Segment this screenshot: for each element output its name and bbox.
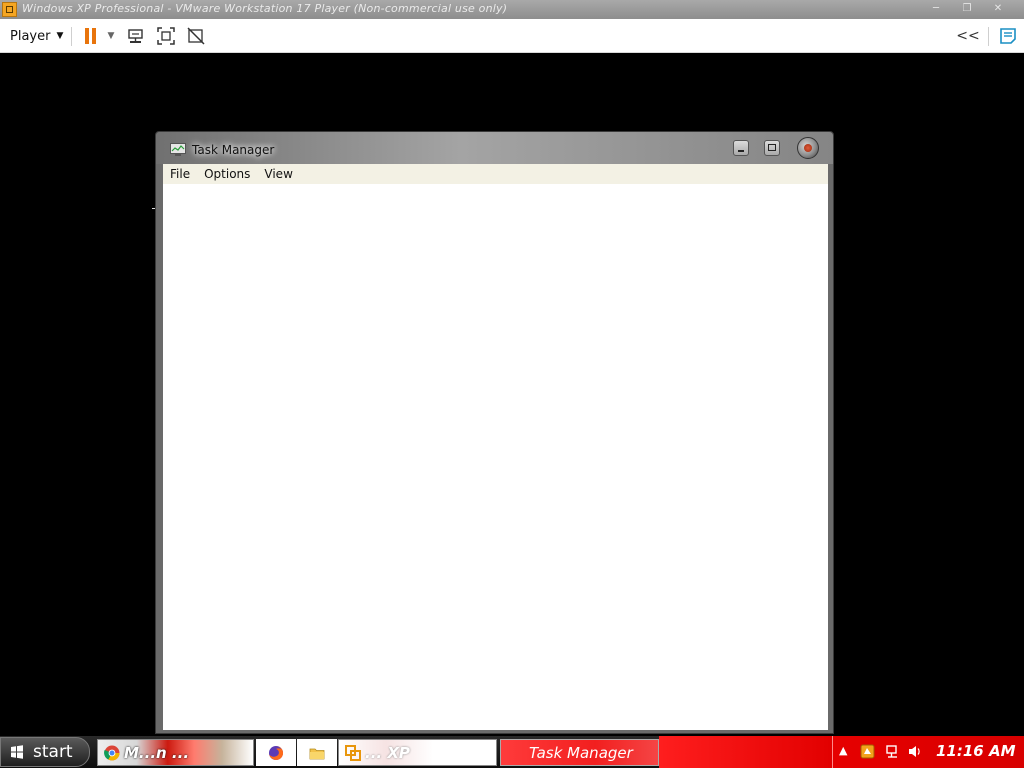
- chrome-icon: [104, 745, 120, 760]
- task-manager-window[interactable]: Task Manager File Options View: [155, 131, 834, 734]
- menu-view[interactable]: View: [257, 167, 299, 181]
- notes-icon: [1000, 28, 1016, 44]
- fullscreen-button[interactable]: [154, 19, 178, 53]
- host-close-button[interactable]: ✕: [984, 0, 1012, 19]
- folder-icon: [309, 748, 325, 759]
- taskbar-item-vmware[interactable]: ... XP: [338, 739, 497, 766]
- notes-button[interactable]: [996, 19, 1020, 53]
- taskbar-item-task-manager-label: Task Manager: [529, 743, 633, 762]
- quicklaunch-explorer[interactable]: [297, 739, 337, 766]
- minimize-button[interactable]: [733, 140, 749, 156]
- start-button[interactable]: start: [0, 737, 90, 767]
- taskbar-item-chrome-label: M...n ...: [124, 743, 190, 762]
- clock[interactable]: 11:16 AM: [936, 742, 1016, 760]
- unity-icon: [187, 27, 205, 45]
- vmware-logo-icon: [2, 2, 17, 17]
- taskbar: start M...n ... ... XP Task Manager ▲ 11…: [0, 736, 1024, 768]
- volume-icon[interactable]: [907, 744, 922, 759]
- host-window-title: Windows XP Professional - VMware Worksta…: [22, 2, 508, 15]
- network-icon[interactable]: [885, 744, 900, 759]
- host-title-bar: Windows XP Professional - VMware Worksta…: [0, 0, 1024, 19]
- pause-icon: [84, 28, 89, 44]
- player-menu-button[interactable]: Player ▼: [5, 19, 65, 53]
- pause-options-dropdown[interactable]: ▼: [104, 19, 118, 53]
- player-menu-label: Player: [10, 28, 51, 44]
- maximize-button[interactable]: [764, 140, 780, 156]
- collapse-toolbar-button[interactable]: <<: [956, 19, 980, 53]
- quicklaunch-firefox[interactable]: [256, 739, 296, 766]
- taskbar-item-task-manager[interactable]: Task Manager: [500, 739, 659, 766]
- send-ctrl-alt-del-button[interactable]: [124, 19, 148, 53]
- unity-button[interactable]: [184, 19, 208, 53]
- menu-options[interactable]: Options: [197, 167, 257, 181]
- host-restore-button[interactable]: ❐: [953, 0, 981, 19]
- system-tray: ▲ 11:16 AM: [832, 736, 1024, 768]
- task-manager-title: Task Manager: [192, 143, 275, 157]
- chevron-down-icon: ▼: [56, 31, 64, 41]
- vmware-icon: [345, 744, 361, 761]
- windows-flag-icon: [11, 745, 23, 759]
- task-manager-content: File Options View: [163, 164, 828, 730]
- taskbar-empty-area: [659, 736, 832, 768]
- close-button[interactable]: [797, 137, 819, 159]
- task-manager-menu-bar: File Options View: [163, 164, 828, 184]
- double-chevron-left-icon: <<: [956, 28, 980, 44]
- send-ctrl-alt-del-icon: [128, 29, 143, 43]
- firefox-icon: [269, 745, 284, 760]
- update-icon[interactable]: [860, 744, 875, 759]
- taskbar-item-vmware-label: ... XP: [365, 743, 410, 762]
- pause-button[interactable]: [80, 19, 100, 53]
- show-hidden-icons-icon[interactable]: ▲: [839, 744, 847, 757]
- fullscreen-icon: [157, 27, 175, 45]
- toolbar-divider: [988, 27, 989, 46]
- task-manager-icon: [170, 143, 186, 156]
- start-label: start: [33, 742, 73, 762]
- menu-file[interactable]: File: [163, 167, 197, 181]
- taskbar-item-chrome[interactable]: M...n ...: [97, 739, 254, 766]
- task-manager-title-bar[interactable]: Task Manager: [156, 132, 833, 164]
- pause-icon-bar: [91, 28, 96, 44]
- player-toolbar: Player ▼ ▼ <<: [0, 19, 1024, 53]
- toolbar-divider: [71, 27, 72, 46]
- host-minimize-button[interactable]: ─: [922, 0, 950, 19]
